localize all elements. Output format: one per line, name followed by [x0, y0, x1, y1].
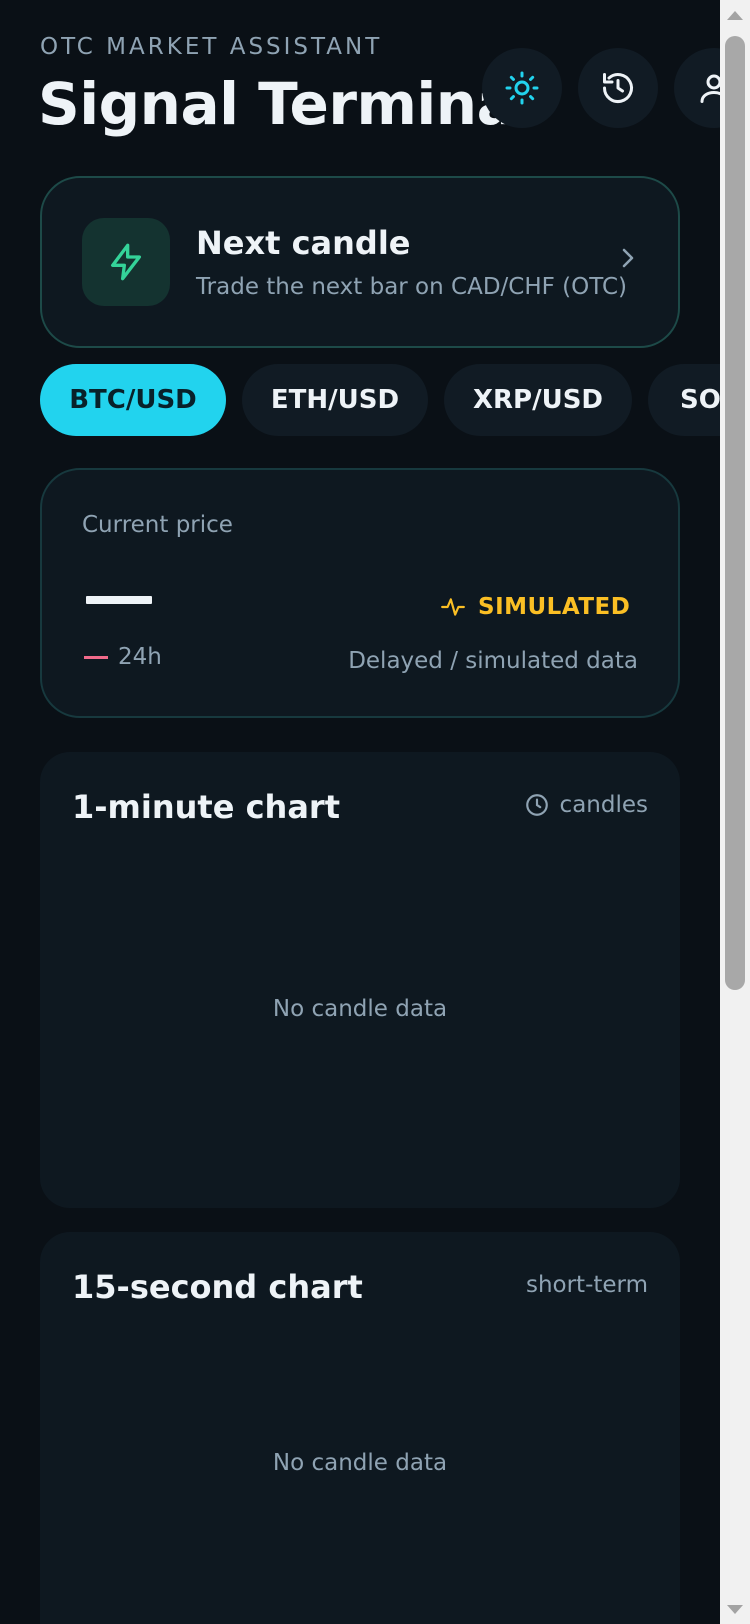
clock-icon: [525, 794, 548, 816]
fifteen-second-chart-empty-state: No candle data: [272, 1450, 448, 1476]
fifteen-second-chart-meta-label: short-term: [525, 1272, 648, 1298]
simulated-data-note: Delayed / simulated data: [348, 648, 638, 674]
history-button[interactable]: [578, 48, 658, 128]
price-change-placeholder: [84, 655, 108, 659]
page-title: Signal Terminal: [38, 70, 535, 138]
theme-toggle-button[interactable]: [482, 48, 562, 128]
app-viewport: OTC MARKET ASSISTANT Signal Terminal Nex…: [0, 0, 720, 1624]
scroll-down-arrow[interactable]: [720, 1594, 750, 1624]
next-candle-title: Next candle: [196, 224, 411, 262]
current-price-label: Current price: [82, 512, 233, 538]
one-minute-chart-card: 1-minute chart candles No candle data: [40, 752, 680, 1208]
next-candle-card[interactable]: Next candle Trade the next bar on CAD/CH…: [40, 176, 680, 348]
app-eyebrow: OTC MARKET ASSISTANT: [40, 34, 383, 60]
user-icon: [700, 74, 720, 103]
scroll-up-arrow[interactable]: [720, 0, 750, 30]
pair-chip-btc-usd[interactable]: BTC/USD: [40, 364, 226, 436]
activity-icon: [441, 598, 465, 616]
current-price-card: Current price 24h SIMULATED Delayed / si…: [40, 468, 680, 718]
simulated-badge-label: SIMULATED: [478, 594, 631, 620]
fifteen-second-chart-card: 15-second chart short-term No candle dat…: [40, 1232, 680, 1624]
fifteen-second-chart-meta: short-term: [526, 1272, 648, 1298]
price-change-period: 24h: [118, 644, 162, 670]
one-minute-chart-meta-label: candles: [559, 792, 648, 818]
lightning-icon: [111, 243, 141, 281]
next-candle-icon-tile: [82, 218, 170, 306]
pair-selector: BTC/USD ETH/USD XRP/USD SOL: [40, 364, 720, 436]
simulated-badge: SIMULATED: [440, 594, 630, 620]
scrollbar-thumb[interactable]: [725, 36, 745, 990]
fifteen-second-chart-title: 15-second chart: [72, 1268, 363, 1306]
current-price-value-placeholder: [86, 596, 152, 604]
chevron-right-icon: [614, 244, 642, 272]
pair-chip-xrp-usd[interactable]: XRP/USD: [444, 364, 632, 436]
vertical-scrollbar[interactable]: [720, 0, 750, 1624]
one-minute-chart-empty-state: No candle data: [272, 996, 448, 1022]
history-icon: [603, 73, 633, 104]
next-candle-subtitle: Trade the next bar on CAD/CHF (OTC): [196, 274, 627, 300]
one-minute-chart-title: 1-minute chart: [72, 788, 340, 826]
price-change: 24h: [84, 644, 162, 670]
pair-chip-sol[interactable]: SOL: [648, 364, 720, 436]
sun-icon: [505, 71, 539, 105]
profile-button[interactable]: [674, 48, 720, 128]
one-minute-chart-meta: candles: [524, 792, 648, 818]
pair-chip-eth-usd[interactable]: ETH/USD: [242, 364, 428, 436]
